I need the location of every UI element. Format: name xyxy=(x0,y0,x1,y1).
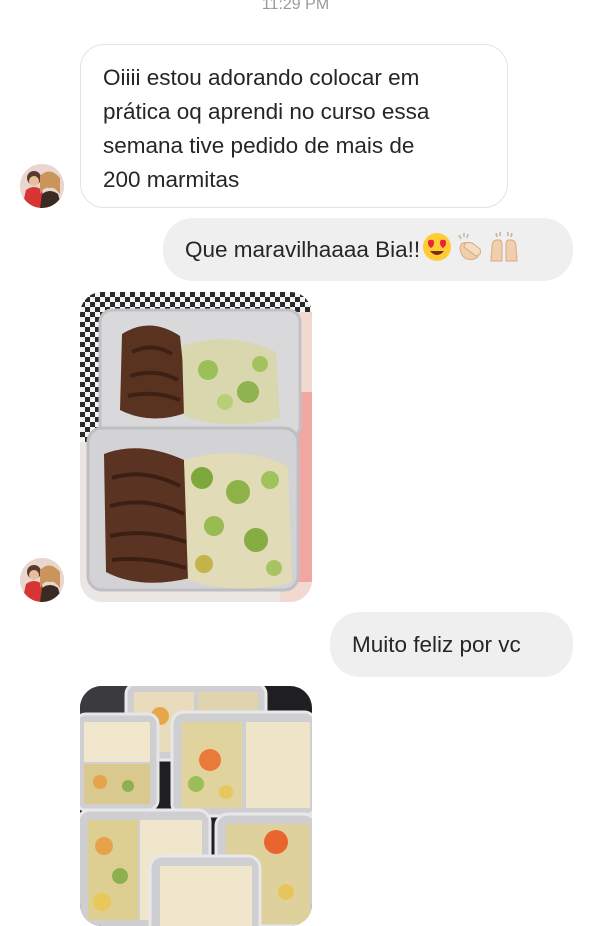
message-line: semana tive pedido de mais de xyxy=(103,133,415,158)
avatar-photo-icon xyxy=(20,164,64,208)
sender-avatar[interactable] xyxy=(20,558,64,602)
meal-boxes-rice-vegetables-photo xyxy=(80,686,312,926)
incoming-photo-message[interactable] xyxy=(80,686,312,926)
message-line: Oiiii estou adorando colocar em xyxy=(103,65,420,90)
message-timestamp: 11:29 PM xyxy=(261,0,330,13)
message-line: prática oq aprendi no curso essa xyxy=(103,99,430,124)
message-line: 200 marmitas xyxy=(103,167,240,192)
heart-eyes-emoji-icon xyxy=(422,232,452,268)
incoming-photo-message[interactable] xyxy=(80,292,312,602)
clapping-hands-emoji-icon xyxy=(454,231,486,269)
outgoing-message-bubble[interactable]: Muito feliz por vc xyxy=(330,612,573,677)
outgoing-message-bubble[interactable]: Que maravilhaaaa Bia!! xyxy=(163,218,573,281)
meal-boxes-beef-broccoli-rice-photo xyxy=(80,292,312,602)
incoming-message-bubble[interactable]: Oiiii estou adorando colocar em prática … xyxy=(80,44,508,208)
message-text: Que maravilhaaaa Bia!! xyxy=(185,236,421,262)
avatar-photo-icon xyxy=(20,558,64,602)
sender-avatar[interactable] xyxy=(20,164,64,208)
message-text: Muito feliz por vc xyxy=(352,631,521,657)
raised-hands-emoji-icon xyxy=(488,231,520,269)
